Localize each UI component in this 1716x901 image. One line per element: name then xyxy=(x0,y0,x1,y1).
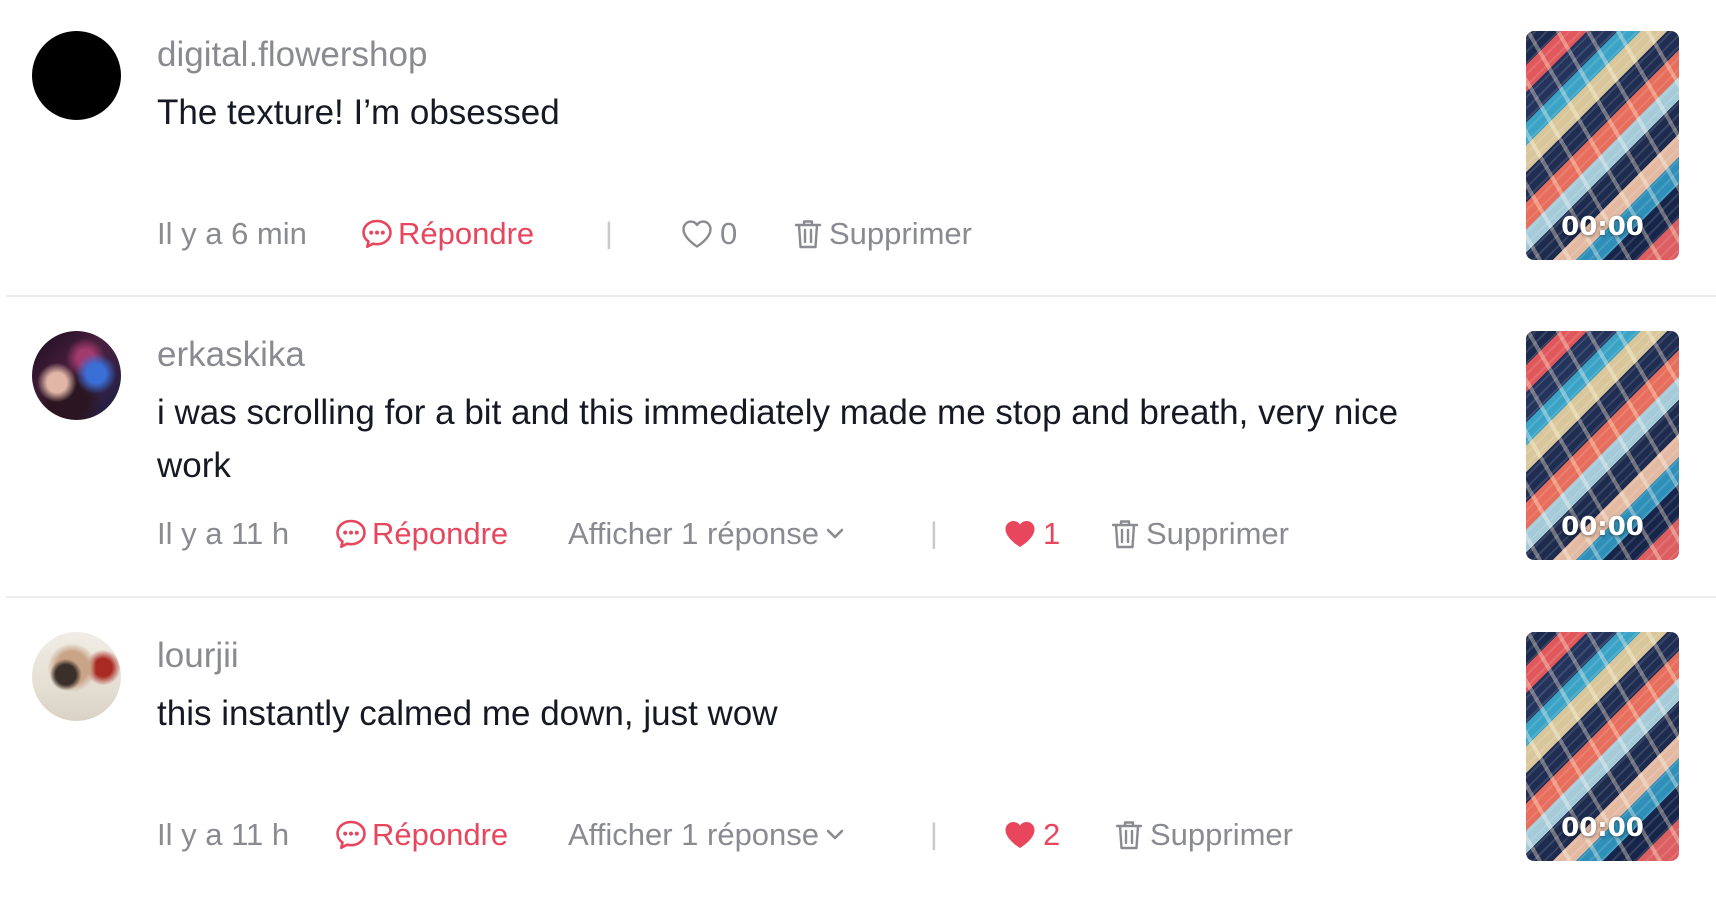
reply-label: Répondre xyxy=(372,516,509,551)
separator: | xyxy=(930,517,938,550)
delete-button[interactable]: Supprimer xyxy=(793,210,972,258)
video-duration: 00:00 xyxy=(1561,512,1644,542)
separator: | xyxy=(605,217,613,250)
like-button[interactable]: 1 xyxy=(1003,510,1060,558)
comment-time: Il y a 11 h xyxy=(157,817,290,852)
divider xyxy=(6,295,1716,297)
reply-button[interactable]: Répondre xyxy=(360,210,534,258)
comment-username[interactable]: lourjii xyxy=(157,635,239,677)
divider xyxy=(6,596,1716,598)
like-count: 2 xyxy=(1043,817,1061,852)
delete-button[interactable]: Supprimer xyxy=(1114,811,1293,859)
heart-filled-icon xyxy=(1003,819,1037,851)
comment-text: The texture! I’m obsessed xyxy=(157,93,560,132)
delete-button[interactable]: Supprimer xyxy=(1110,510,1289,558)
comment-item: digital.flowershop The texture! I’m obse… xyxy=(0,0,1716,300)
speech-bubble-dots-icon xyxy=(334,517,368,551)
view-replies-button[interactable]: Afficher 1 réponse xyxy=(568,811,845,859)
delete-label: Supprimer xyxy=(1150,817,1293,852)
video-duration: 00:00 xyxy=(1561,212,1644,242)
delete-label: Supprimer xyxy=(1146,516,1289,551)
view-replies-label: Afficher 1 réponse xyxy=(568,516,820,551)
like-button[interactable]: 2 xyxy=(1003,811,1060,859)
separator: | xyxy=(930,818,938,851)
trash-icon xyxy=(1110,517,1140,551)
view-replies-label: Afficher 1 réponse xyxy=(568,817,820,852)
video-thumbnail[interactable]: 00:00 xyxy=(1526,331,1679,560)
reply-button[interactable]: Répondre xyxy=(334,811,508,859)
avatar[interactable] xyxy=(32,31,121,120)
delete-label: Supprimer xyxy=(829,216,972,251)
heart-filled-icon xyxy=(1003,518,1037,550)
like-count: 1 xyxy=(1043,516,1061,551)
comment-username[interactable]: digital.flowershop xyxy=(157,34,427,76)
like-count: 0 xyxy=(720,216,738,251)
chevron-down-icon xyxy=(825,828,845,842)
video-thumbnail[interactable]: 00:00 xyxy=(1526,31,1679,260)
comment-text: this instantly calmed me down, just wow xyxy=(157,694,778,733)
reply-label: Répondre xyxy=(398,216,535,251)
avatar[interactable] xyxy=(32,632,121,721)
comment-username[interactable]: erkaskika xyxy=(157,334,305,376)
speech-bubble-dots-icon xyxy=(360,217,394,251)
speech-bubble-dots-icon xyxy=(334,818,368,852)
video-duration: 00:00 xyxy=(1561,813,1644,843)
like-button[interactable]: 0 xyxy=(680,210,737,258)
comment-time: Il y a 6 min xyxy=(157,216,307,251)
reply-label: Répondre xyxy=(372,817,509,852)
comment-item: erkaskika i was scrolling for a bit and … xyxy=(0,300,1716,600)
chevron-down-icon xyxy=(825,527,845,541)
comment-list: digital.flowershop The texture! I’m obse… xyxy=(0,0,1716,892)
trash-icon xyxy=(1114,818,1144,852)
video-thumbnail[interactable]: 00:00 xyxy=(1526,632,1679,861)
avatar[interactable] xyxy=(32,331,121,420)
comment-time: Il y a 11 h xyxy=(157,516,290,551)
comment-item: lourjii this instantly calmed me down, j… xyxy=(0,601,1716,901)
trash-icon xyxy=(793,217,823,251)
heart-outline-icon xyxy=(680,218,714,250)
comment-text: i was scrolling for a bit and this immed… xyxy=(157,393,1399,485)
reply-button[interactable]: Répondre xyxy=(334,510,508,558)
view-replies-button[interactable]: Afficher 1 réponse xyxy=(568,510,845,558)
